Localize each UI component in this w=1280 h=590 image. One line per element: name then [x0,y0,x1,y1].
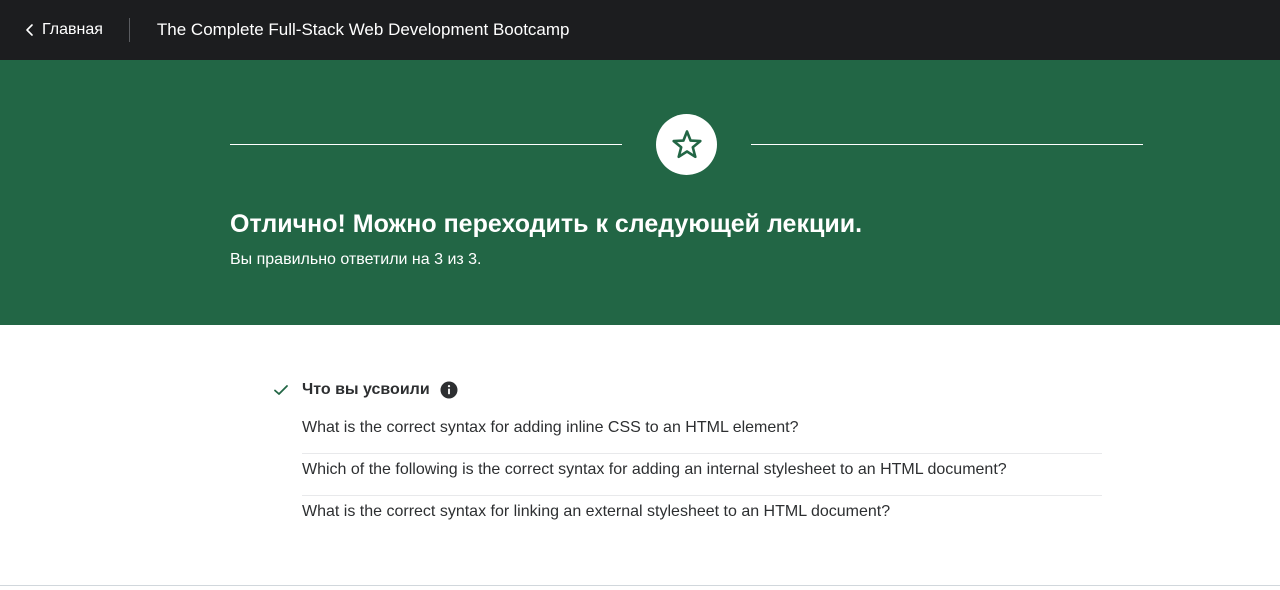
chevron-left-icon [26,24,33,36]
result-title: Отлично! Можно переходить к следующей ле… [230,210,863,238]
list-item: Which of the following is the correct sy… [302,454,1102,496]
check-icon [274,385,288,395]
result-score: Вы правильно ответили на 3 из 3. [230,251,482,268]
list-item: What is the correct syntax for linking a… [302,503,891,520]
question-list: What is the correct syntax for adding in… [302,412,1102,538]
learned-title: Что вы усвоили [302,381,430,398]
list-item: What is the correct syntax for adding in… [302,412,1102,454]
quiz-result-banner: Отлично! Можно переходить к следующей ле… [0,60,1280,325]
star-icon [671,129,702,158]
decorative-line-right [751,144,1143,145]
decorative-line-left [230,144,622,145]
bottom-divider [0,585,1280,586]
back-to-home-link[interactable]: Главная [0,0,129,60]
top-bar: Главная The Complete Full-Stack Web Deve… [0,0,1280,60]
info-icon[interactable] [440,381,458,399]
learned-section: Что вы усвоили What is the correct synta… [272,378,1102,538]
header-divider [128,18,130,42]
learned-header: Что вы усвоили [272,378,1102,402]
back-label: Главная [42,21,103,38]
star-badge [656,114,717,175]
course-title[interactable]: The Complete Full-Stack Web Development … [157,20,570,40]
